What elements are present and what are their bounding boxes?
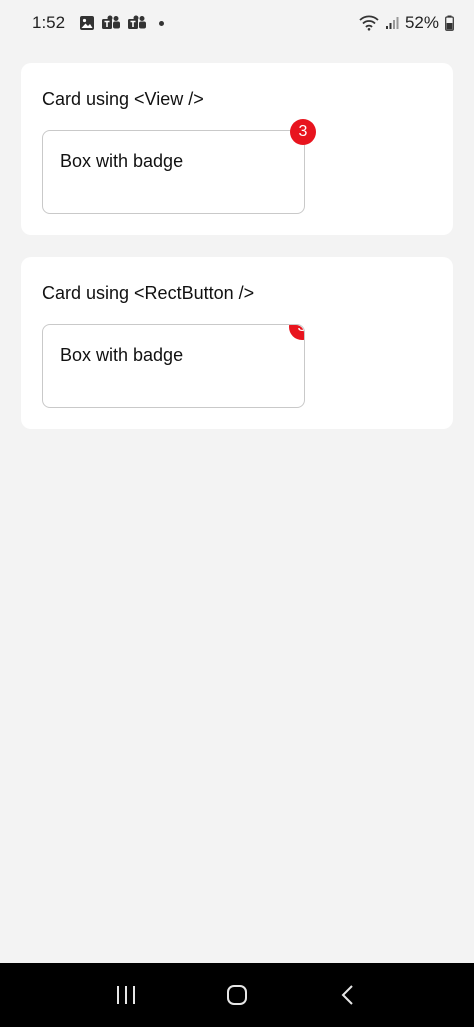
teams-icon	[127, 15, 147, 31]
status-right: 52%	[359, 13, 454, 33]
card-view: Card using <View /> Box with badge 3	[21, 63, 453, 235]
badge-box: Box with badge 3	[42, 119, 316, 214]
status-left: 1:52	[32, 13, 165, 33]
battery-icon	[445, 15, 454, 31]
notification-badge: 3	[290, 119, 316, 145]
recent-apps-button[interactable]	[96, 970, 156, 1020]
back-button[interactable]	[318, 970, 378, 1020]
wifi-icon	[359, 15, 379, 31]
screen: 1:52 52% Card using <View /> Box with ba…	[0, 0, 474, 1027]
navigation-bar	[0, 963, 474, 1027]
status-bar: 1:52 52%	[0, 0, 474, 46]
recent-apps-icon	[116, 986, 135, 1004]
notification-dot-icon	[159, 20, 165, 26]
card-title: Card using <View />	[42, 89, 204, 109]
signal-icon	[385, 16, 399, 30]
battery-percent: 52%	[404, 13, 439, 32]
status-time: 1:52	[32, 13, 66, 32]
box-clip: Box with badge 3	[43, 325, 304, 407]
box-label: Box with badge	[60, 151, 184, 171]
gallery-icon	[79, 15, 95, 31]
teams-icon	[101, 15, 121, 31]
box-label: Box with badge	[60, 345, 184, 365]
notification-badge: 3	[289, 325, 304, 340]
card-title: Card using <RectButton />	[42, 283, 255, 303]
card-rectbutton: Card using <RectButton /> Box with badge…	[21, 257, 453, 429]
badge-box-rectbutton[interactable]: Box with badge 3	[42, 324, 305, 408]
home-icon	[226, 985, 247, 1005]
back-icon	[341, 985, 354, 1005]
home-button[interactable]	[207, 970, 267, 1020]
